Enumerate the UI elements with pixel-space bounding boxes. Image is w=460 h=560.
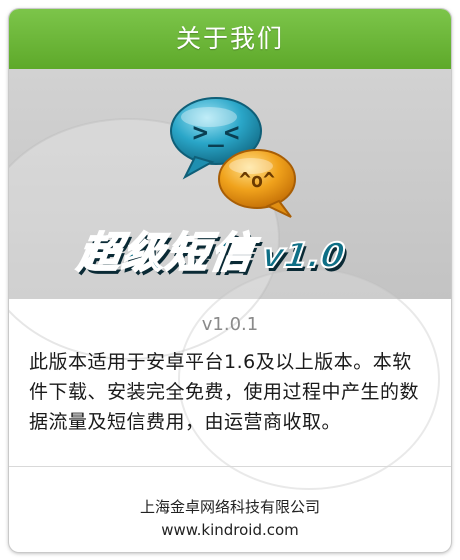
dialog-title: 关于我们 [9, 9, 451, 69]
description-text: 此版本适用于安卓平台1.6及以上版本。本软件下载、安装完全免费，使用过程中产生的… [29, 351, 420, 433]
orange-face-text: ^o^ [239, 168, 275, 192]
about-dialog: 关于我们 >_< ^o^ 超级短信v1.0 v1.0.1 此版本适用于安卓平台1… [9, 9, 451, 552]
orange-chat-bubble-icon: ^o^ [218, 149, 296, 218]
website-link[interactable]: www.kindroid.com [9, 521, 451, 539]
app-logo-name: 超级短信 [74, 227, 259, 278]
app-logo-title: 超级短信v1.0 [74, 219, 350, 280]
divider [9, 466, 451, 467]
app-logo-version: v1.0 [258, 235, 348, 277]
company-name: 上海金卓网络科技有限公司 [139, 498, 320, 516]
version-label: v1.0.1 [201, 314, 259, 335]
blue-face-text: >_< [193, 118, 240, 148]
